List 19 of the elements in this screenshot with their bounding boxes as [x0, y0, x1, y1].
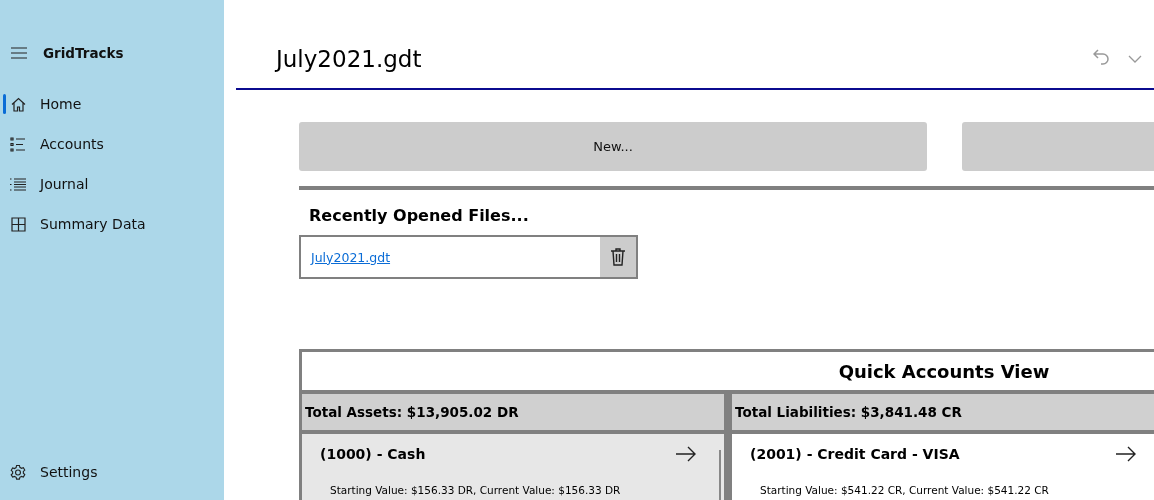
account-card[interactable]: (2001) - Credit Card - VISA Starting Value: $541.22 CR, Current Value: $541.22 CR: [732, 434, 1154, 500]
settings-item[interactable]: Settings: [0, 452, 224, 492]
nav-item[interactable]: Journal: [0, 164, 224, 204]
account-card[interactable]: (1000) - Cash Starting Value: $156.33 DR, Current Value: $156.33 DR: [302, 434, 724, 500]
nav-item[interactable]: Home: [0, 84, 224, 124]
nav-item[interactable]: Summary Data: [0, 204, 224, 244]
panel-title: Quick Accounts View: [302, 352, 1154, 390]
column-header: Total Assets: $13,905.02 DR: [302, 394, 724, 430]
app-title: GridTracks: [43, 45, 124, 61]
account-name: (2001) - Credit Card - VISA: [750, 446, 960, 462]
account-detail: Starting Value: $156.33 DR, Current Value: $156.33 DR: [329, 483, 622, 496]
section-heading: Recently Opened Files...: [309, 206, 530, 225]
account-name: (1000) - Cash: [320, 446, 426, 462]
file-link[interactable]: July2021.gdt: [301, 237, 600, 277]
new-button[interactable]: New...: [299, 122, 927, 171]
document-title: July2021.gdt: [276, 46, 423, 72]
nav-item[interactable]: Accounts: [0, 124, 224, 164]
account-detail: Starting Value: $541.22 CR, Current Value: $541.22 CR: [759, 483, 1050, 496]
column-header: Total Liabilities: $3,841.48 CR: [732, 394, 1154, 430]
